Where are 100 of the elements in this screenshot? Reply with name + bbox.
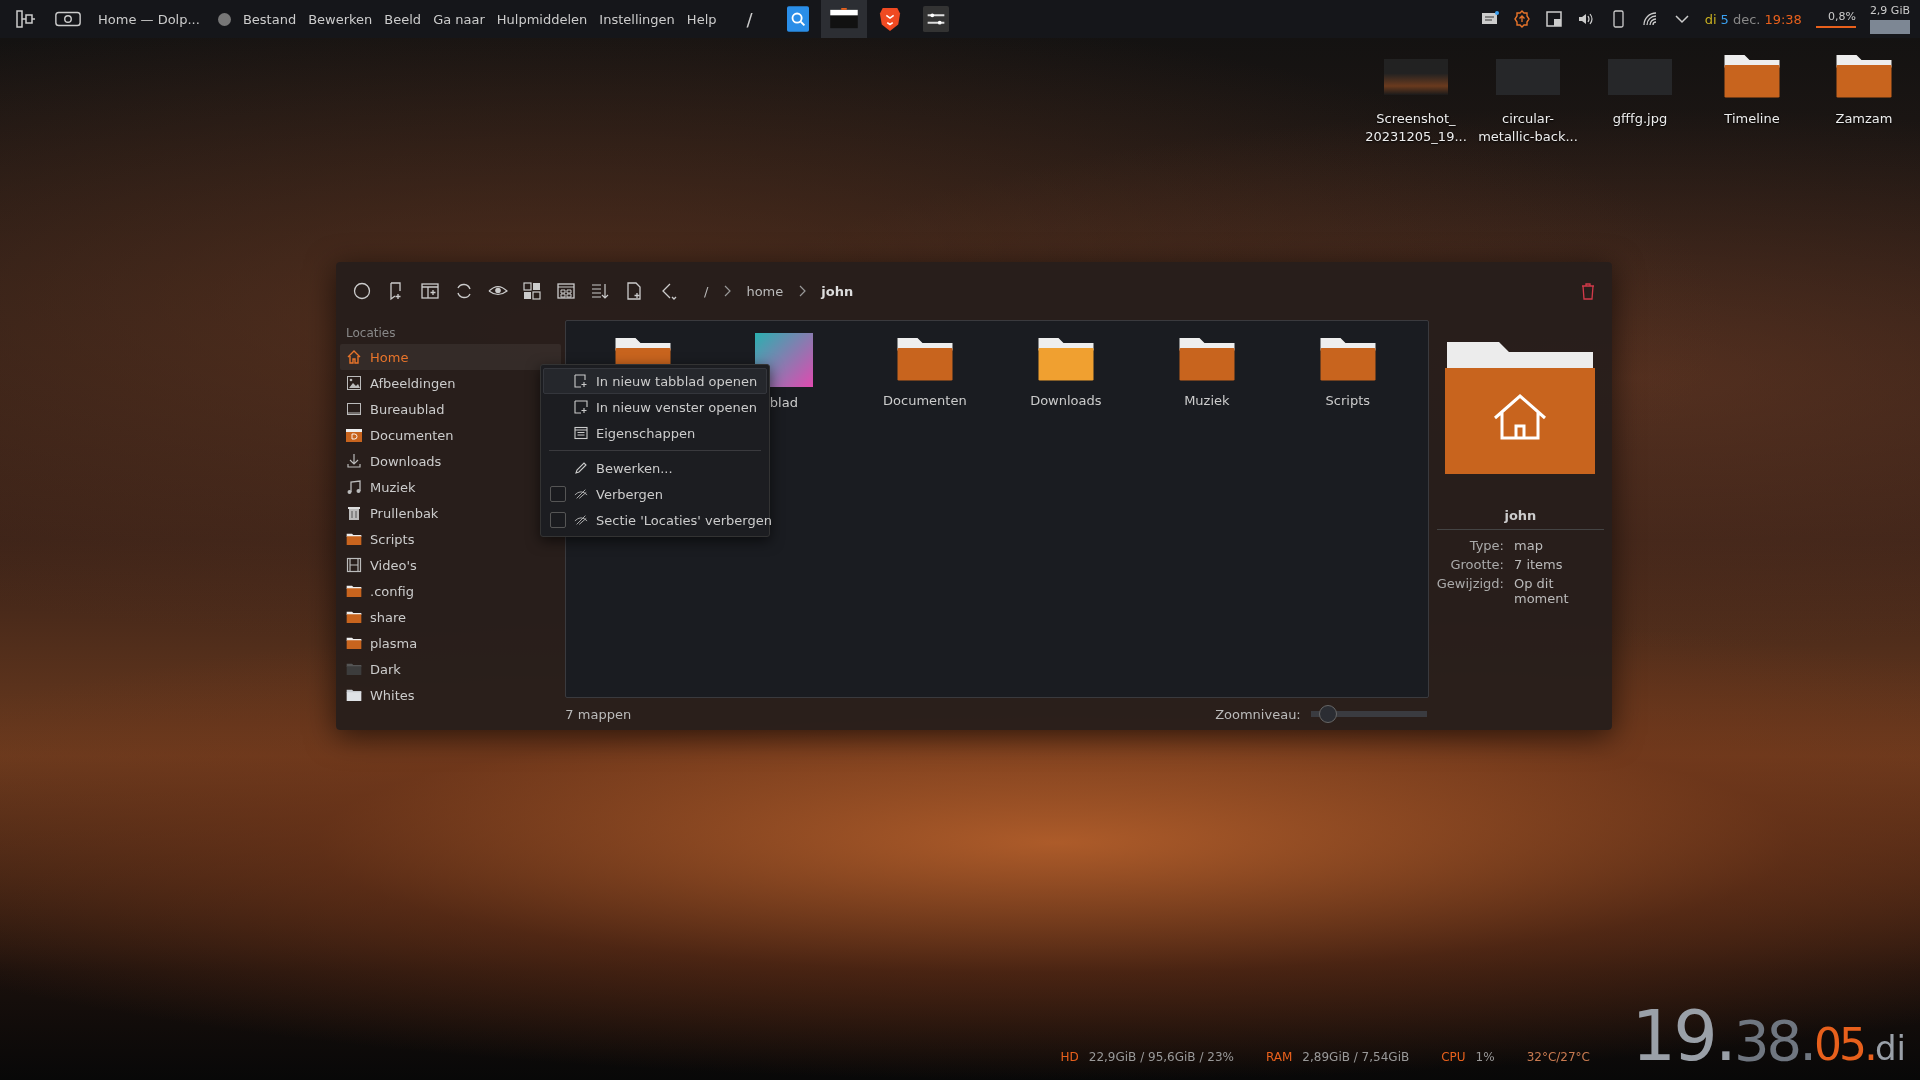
picture-icon (346, 375, 362, 391)
monitor-value: 2,89GiB / 7,54GiB (1302, 1050, 1410, 1064)
checkbox[interactable] (550, 486, 566, 502)
menu-item[interactable]: Ga naar (427, 11, 491, 27)
file-name[interactable]: Timeline (1724, 110, 1780, 128)
property-value: 7 items (1514, 557, 1564, 572)
table-icon[interactable] (556, 281, 576, 301)
menu-item[interactable]: Help (680, 11, 723, 27)
file-name[interactable]: Downloads (1030, 393, 1102, 408)
icon-view-icon[interactable] (522, 281, 542, 301)
property-value: map (1514, 538, 1544, 553)
new-window-icon (574, 400, 588, 414)
monitor-value: 1% (1475, 1050, 1495, 1064)
menu-item[interactable]: Hulpmiddelen (490, 11, 594, 27)
cpu-reading: 0,8% (1827, 10, 1856, 23)
memory-graph (1870, 20, 1910, 34)
sidebar-heading: Locaties (345, 325, 397, 342)
sidebar-item-label: Dark (370, 661, 401, 677)
file-name[interactable]: blad (769, 395, 798, 410)
trash-icon (346, 505, 362, 521)
window-title[interactable]: Home — Dolp... (98, 11, 200, 27)
file-name[interactable]: Scripts (1325, 393, 1371, 408)
folder-icon (346, 583, 362, 599)
clock-seconds: 05. (1814, 1018, 1875, 1072)
sidebar-item-label: plasma (370, 635, 418, 651)
desktop-icon (346, 401, 362, 417)
monitor-value: 32°C/27°C (1526, 1050, 1590, 1064)
sidebar-item[interactable]: .config (340, 578, 562, 604)
slider-handle[interactable] (1319, 705, 1338, 723)
clock-date[interactable]: 5 (1720, 11, 1729, 27)
document-folder-icon (346, 427, 362, 443)
folder-icon (346, 531, 362, 547)
breadcrumb-item[interactable]: / (700, 283, 713, 299)
wallpaper-thumbnail[interactable] (754, 333, 813, 387)
film-icon (346, 557, 362, 573)
folder-icon (346, 687, 362, 703)
home-icon (346, 349, 362, 365)
folder-name: john (1436, 508, 1604, 530)
image-thumbnail[interactable] (1608, 59, 1672, 95)
update-icon[interactable] (1512, 10, 1531, 28)
clock-minutes: 38. (1733, 1007, 1814, 1075)
clock-month[interactable]: dec. (1732, 11, 1761, 27)
hidden-eye-icon (574, 513, 588, 527)
separator-text: / (746, 8, 753, 30)
sidebar-item-label: Whites (370, 687, 415, 703)
download-icon (346, 453, 362, 469)
sidebar-item[interactable]: plasma (340, 630, 562, 656)
hidden-eye-icon (574, 487, 588, 501)
sidebar-item[interactable]: Dark (340, 656, 562, 682)
sidebar-item-label: Muziek (370, 479, 416, 495)
clock-time[interactable]: 19:38 (1764, 11, 1802, 27)
sort-icon[interactable] (590, 281, 610, 301)
sidebar-item-label: Prullenbak (370, 505, 439, 521)
chevron-right-icon (722, 284, 733, 298)
window-switcher-icon[interactable] (14, 7, 38, 31)
sidebar-item-label: Home (370, 349, 409, 365)
file-name[interactable]: Documenten (883, 393, 967, 408)
file-name[interactable]: Muziek (1184, 393, 1230, 408)
breadcrumb-item[interactable]: john (817, 283, 858, 299)
menu-item[interactable]: Eigenschappen (543, 420, 767, 446)
split-view-icon[interactable] (420, 281, 440, 301)
file-name[interactable]: gfffg.jpg (1612, 110, 1668, 128)
clock-hours: 19. (1631, 994, 1734, 1078)
new-file-icon[interactable] (624, 281, 644, 301)
folder-icon (346, 661, 362, 677)
breadcrumb-item[interactable]: home (742, 283, 788, 299)
sidebar-item[interactable]: Video's (340, 552, 562, 578)
monitor-label: CPU (1441, 1050, 1466, 1064)
wifi-icon[interactable] (1640, 10, 1659, 28)
file-name[interactable]: Screenshot_ 20231205_19... (1365, 110, 1467, 146)
monitor-label: HD (1060, 1050, 1079, 1064)
property-label: Grootte: (1449, 557, 1504, 572)
monitor-label: RAM (1265, 1050, 1293, 1064)
screenshot-thumbnail[interactable] (1384, 59, 1448, 95)
sidebar-item-label: Scripts (370, 531, 415, 547)
menu-item[interactable]: Bestand (236, 11, 303, 27)
image-thumbnail[interactable] (1496, 59, 1560, 95)
menu-item[interactable]: Instellingen (593, 11, 681, 27)
sidebar-item[interactable]: share (340, 604, 562, 630)
clock-weekday: di (1874, 1027, 1906, 1070)
circle-icon[interactable] (352, 281, 372, 301)
status-dot-icon (217, 12, 231, 26)
clock-day[interactable]: di (1704, 11, 1717, 27)
sidebar-item[interactable]: Home (340, 344, 562, 370)
menu-item[interactable]: In nieuw tabblad openen (543, 368, 767, 394)
menu-item[interactable]: Bewerken (302, 11, 379, 27)
properties-icon (574, 426, 588, 440)
note-icon[interactable] (1544, 10, 1563, 28)
refresh-icon[interactable] (454, 281, 474, 301)
sidebar-item[interactable]: Whites (340, 682, 562, 708)
terminal-window-icon[interactable] (820, 0, 867, 38)
file-name[interactable]: Zamzam (1835, 110, 1893, 128)
sidebar-item-label: Afbeeldingen (370, 375, 456, 391)
memory-reading: 2,9 GiB (1869, 4, 1910, 17)
file-name[interactable]: circular- metallic-back... (1478, 110, 1578, 146)
property-value: Op dit moment (1514, 576, 1570, 606)
checkbox[interactable] (550, 512, 566, 528)
music-note-icon (346, 479, 362, 495)
property-label: Type: (1468, 538, 1504, 553)
menu-item[interactable]: Beeld (378, 11, 428, 27)
